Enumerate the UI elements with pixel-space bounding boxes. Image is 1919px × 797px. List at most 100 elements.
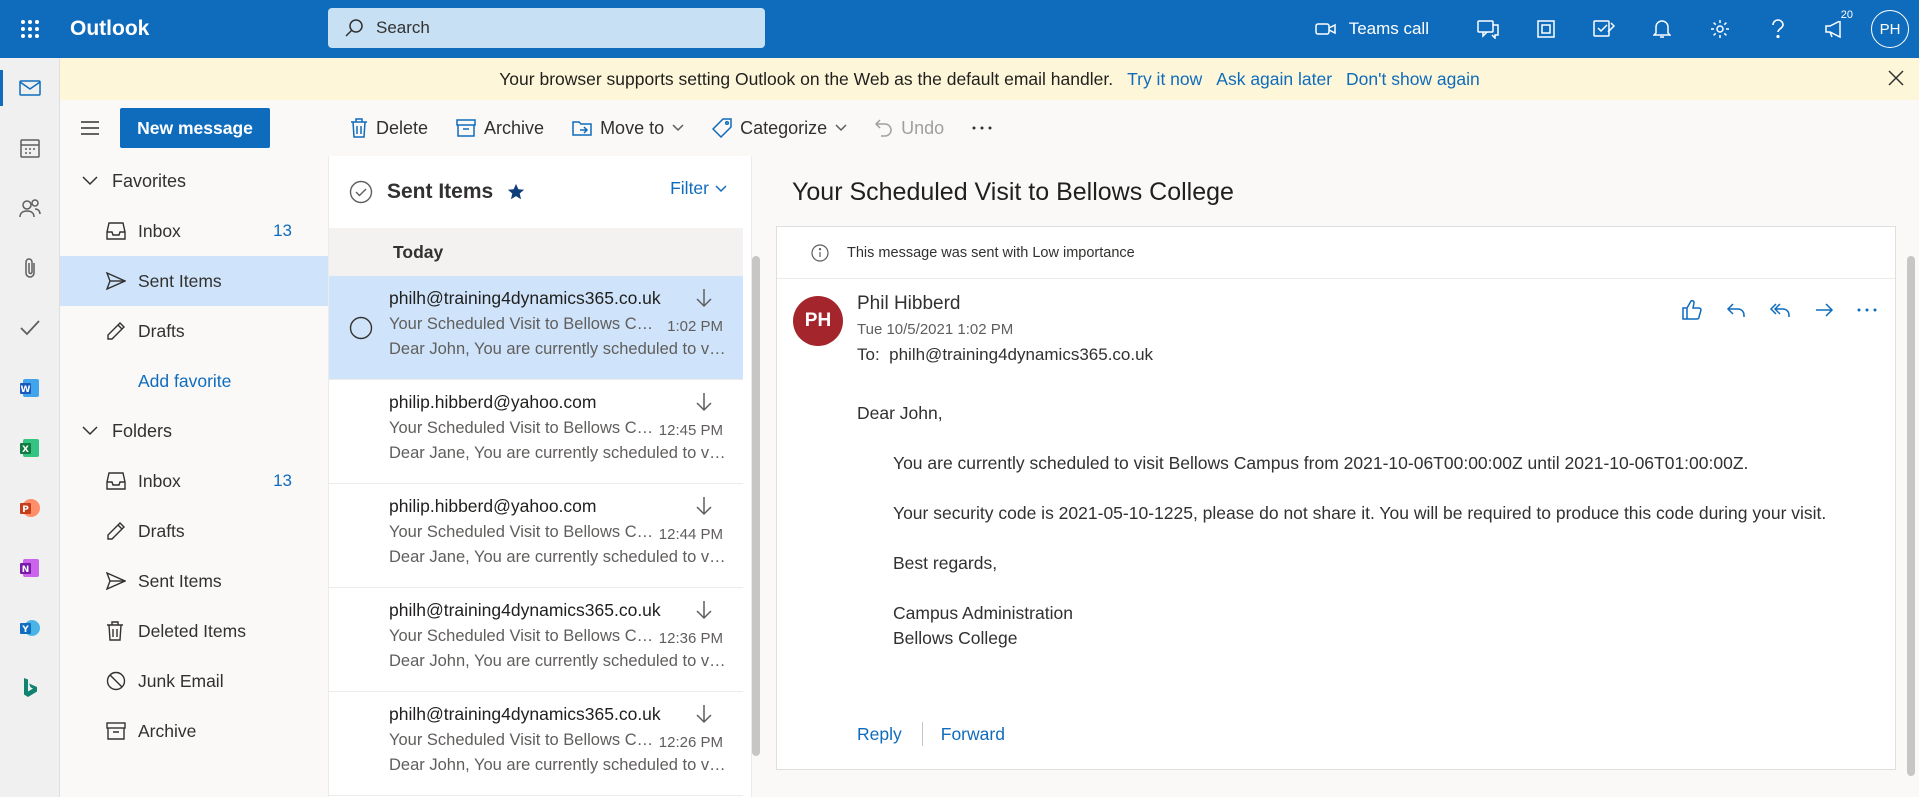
chevron-down-icon <box>82 176 98 186</box>
message-sender: philip.hibberd@yahoo.com <box>389 496 597 516</box>
feedback-icon[interactable]: 20 <box>1807 0 1865 58</box>
undo-button[interactable]: Undo <box>875 118 944 139</box>
video-camera-icon <box>1314 21 1337 37</box>
select-circle-icon[interactable] <box>349 316 373 340</box>
banner-text: Your browser supports setting Outlook on… <box>499 68 1114 89</box>
bing-icon[interactable] <box>0 658 60 718</box>
message-list-item[interactable]: philh@training4dynamics365.co.uk Your Sc… <box>329 276 743 380</box>
to-label: To: <box>857 345 880 364</box>
archive-button[interactable]: Archive <box>456 118 544 139</box>
banner-link-try-it-now[interactable]: Try it now <box>1127 69 1202 90</box>
hamburger-menu-icon[interactable] <box>60 121 120 135</box>
message-card: This message was sent with Low importanc… <box>776 226 1896 770</box>
favorites-header[interactable]: Favorites <box>60 156 328 206</box>
message-time: 12:44 PM <box>658 526 723 543</box>
word-icon[interactable]: W <box>0 358 60 418</box>
message-preview: Dear John, You are currently scheduled t… <box>389 756 727 774</box>
new-message-button[interactable]: New message <box>120 108 270 148</box>
gear-icon[interactable] <box>1691 0 1749 58</box>
user-avatar[interactable]: PH <box>1871 10 1909 48</box>
filter-button[interactable]: Filter <box>670 178 727 199</box>
reply-link[interactable]: Reply <box>857 724 902 745</box>
recipient-address[interactable]: philh@training4dynamics365.co.uk <box>889 345 1153 364</box>
body-signature-line: Campus Administration <box>893 603 1073 623</box>
message-preview: Dear Jane, You are currently scheduled t… <box>389 444 727 462</box>
bell-icon[interactable] <box>1633 0 1691 58</box>
office-icon[interactable] <box>1517 0 1575 58</box>
mail-icon[interactable] <box>0 58 60 118</box>
inbox-icon <box>106 472 126 490</box>
close-icon[interactable] <box>1887 69 1905 87</box>
folder-label: Archive <box>138 720 197 741</box>
reading-pane-scrollbar[interactable] <box>1907 256 1915 776</box>
inbox-icon <box>106 222 126 240</box>
message-time: 12:36 PM <box>658 630 723 647</box>
message-date: Tue 10/5/2021 1:02 PM <box>857 321 1014 338</box>
app-launcher-icon[interactable] <box>0 0 60 58</box>
powerpoint-icon[interactable]: P <box>0 478 60 538</box>
delete-label: Delete <box>376 117 429 138</box>
banner-link-dont-show-again[interactable]: Don't show again <box>1346 69 1480 90</box>
reply-forward-row: Reply Forward <box>857 722 1005 746</box>
folder-label: Drafts <box>138 320 185 341</box>
search-box[interactable]: Search <box>328 8 765 48</box>
folder-item-deleted-items[interactable]: Deleted Items <box>60 606 328 656</box>
move-to-label: Move to <box>600 117 665 138</box>
todo-icon[interactable] <box>1575 0 1633 58</box>
categorize-button[interactable]: Categorize <box>712 118 847 139</box>
reply-icon[interactable] <box>1725 299 1747 321</box>
message-list-item[interactable]: philip.hibberd@yahoo.com Your Scheduled … <box>329 484 743 588</box>
message-time: 1:02 PM <box>667 318 723 335</box>
delete-button[interactable]: Delete <box>350 118 428 139</box>
recipient-line: To: philh@training4dynamics365.co.uk <box>857 345 1153 365</box>
message-subject: Your Scheduled Visit to Bellows College <box>389 419 659 437</box>
message-list-item[interactable]: philh@training4dynamics365.co.uk Your Sc… <box>329 588 743 692</box>
todo-check-icon[interactable] <box>0 298 60 358</box>
favorite-item-inbox[interactable]: Inbox 13 <box>60 206 328 256</box>
folders-header[interactable]: Folders <box>60 406 328 456</box>
chevron-down-icon <box>715 184 727 193</box>
select-all-checkbox-icon[interactable] <box>349 180 373 204</box>
favorite-item-sent-items[interactable]: Sent Items <box>60 256 328 306</box>
onenote-icon[interactable]: N <box>0 538 60 598</box>
star-icon[interactable] <box>507 183 525 201</box>
reply-all-icon[interactable] <box>1769 299 1791 321</box>
teams-call-button[interactable]: Teams call <box>1314 19 1429 39</box>
chat-icon[interactable] <box>1459 0 1517 58</box>
info-icon <box>811 243 829 262</box>
more-options-icon[interactable] <box>972 126 992 130</box>
folder-item-archive[interactable]: Archive <box>60 706 328 756</box>
search-placeholder: Search <box>376 18 430 37</box>
message-list-scrollbar[interactable] <box>752 256 760 756</box>
add-favorite-link[interactable]: Add favorite <box>60 356 328 406</box>
body-paragraph: You are currently scheduled to visit Bel… <box>893 453 1749 473</box>
folder-item-inbox[interactable]: Inbox 13 <box>60 456 328 506</box>
folder-item-drafts[interactable]: Drafts <box>60 506 328 556</box>
body-greeting: Dear John, <box>857 403 943 423</box>
folder-label: Deleted Items <box>138 620 246 641</box>
app-title[interactable]: Outlook <box>70 17 330 41</box>
svg-text:N: N <box>22 565 30 575</box>
move-to-button[interactable]: Move to <box>572 118 684 139</box>
people-icon[interactable] <box>0 178 60 238</box>
message-list-item[interactable]: philip.hibberd@yahoo.com Your Scheduled … <box>329 380 743 484</box>
message-list-item[interactable]: philh@training4dynamics365.co.uk Your Sc… <box>329 692 743 796</box>
excel-icon[interactable]: X <box>0 418 60 478</box>
sender-name[interactable]: Phil Hibberd <box>857 293 961 315</box>
body-signature-line: Bellows College <box>893 628 1018 648</box>
banner-link-ask-again-later[interactable]: Ask again later <box>1216 69 1332 90</box>
forward-link[interactable]: Forward <box>941 724 1005 745</box>
message-subject: Your Scheduled Visit to Bellows College <box>389 523 659 541</box>
sender-avatar[interactable]: PH <box>793 296 843 346</box>
forward-icon[interactable] <box>1813 299 1835 321</box>
calendar-icon[interactable] <box>0 118 60 178</box>
folder-item-sent-items[interactable]: Sent Items <box>60 556 328 606</box>
more-options-icon[interactable] <box>1857 299 1877 321</box>
favorite-item-drafts[interactable]: Drafts <box>60 306 328 356</box>
help-icon[interactable] <box>1749 0 1807 58</box>
like-icon[interactable] <box>1681 299 1703 321</box>
yammer-icon[interactable]: Y <box>0 598 60 658</box>
folder-item-junk-email[interactable]: Junk Email <box>60 656 328 706</box>
attachment-icon[interactable] <box>0 238 60 298</box>
app-rail: W X P N Y <box>0 58 60 797</box>
